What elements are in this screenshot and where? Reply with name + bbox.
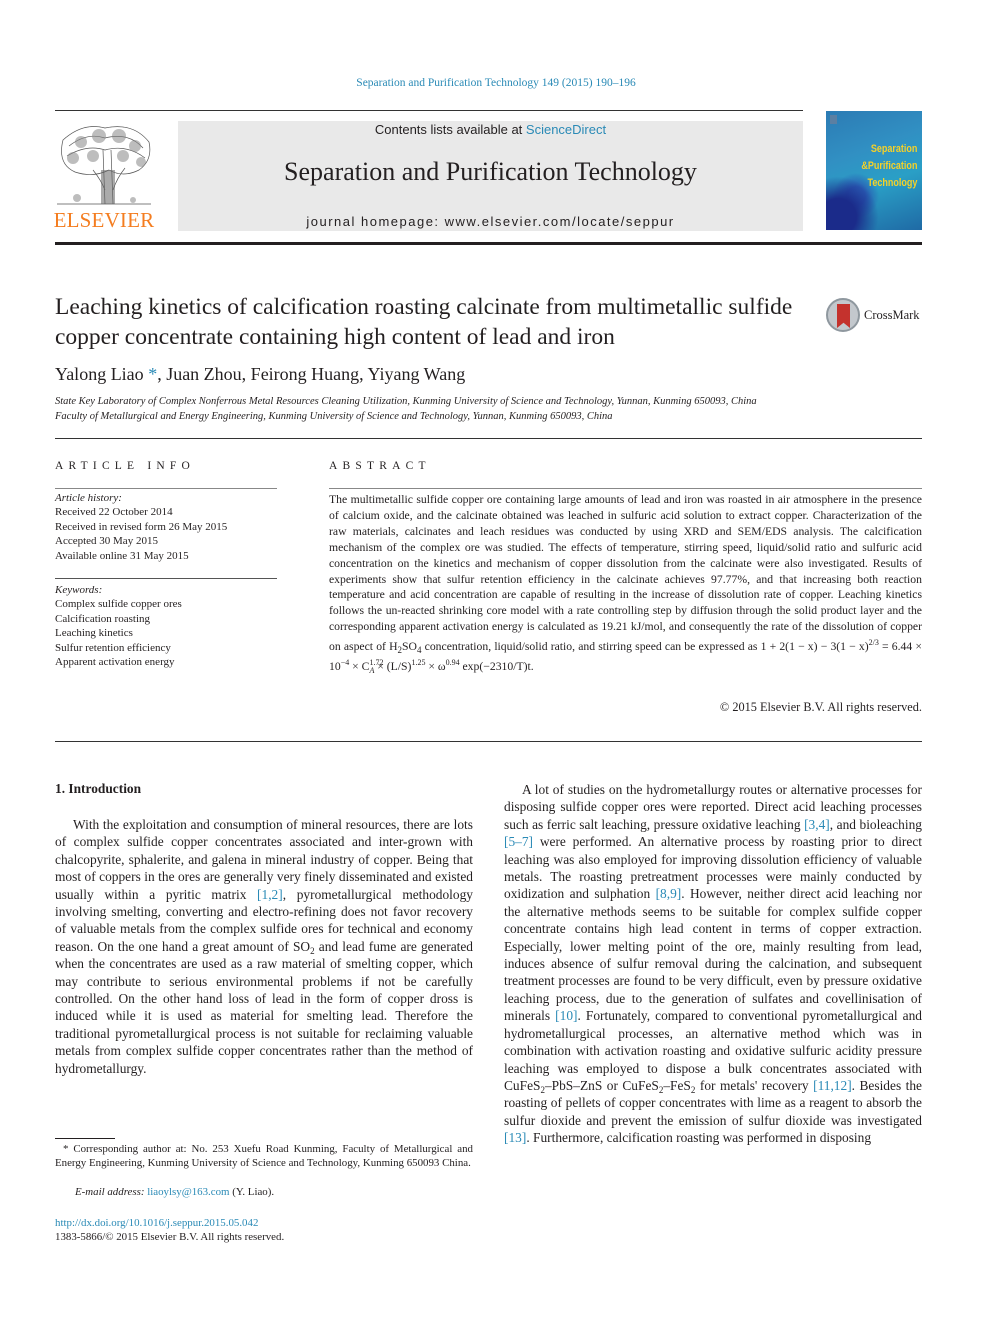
keywords: Keywords: Complex sulfide copper ores Ca… — [55, 583, 280, 669]
journal-cover-image[interactable]: Separation &Purification Technology — [826, 111, 922, 230]
footnote-divider — [55, 1138, 115, 1139]
affiliation: Faculty of Metallurgical and Energy Engi… — [55, 411, 613, 422]
sciencedirect-link[interactable]: ScienceDirect — [526, 122, 606, 137]
reference-link[interactable]: [13] — [504, 1130, 526, 1145]
email-link[interactable]: liaoylsy@163.com — [147, 1186, 229, 1198]
cover-title: Separation &Purification Technology — [861, 141, 917, 192]
crossmark-icon — [826, 298, 860, 332]
article-title: Leaching kinetics of calcification roast… — [55, 294, 793, 350]
cover-title-line: &Purification — [860, 160, 917, 172]
reference-link[interactable]: [11,12] — [813, 1078, 852, 1093]
history-item: Received in revised form 26 May 2015 — [55, 520, 228, 533]
email-label: E-mail address: — [75, 1186, 148, 1198]
section-heading-introduction: 1. Introduction — [55, 781, 142, 796]
reference-link[interactable]: [5–7] — [504, 834, 533, 849]
abstract-text: The multimetallic sulfide copper ore con… — [329, 493, 922, 676]
elsevier-wordmark: ELSEVIER — [53, 208, 155, 232]
introduction-paragraph: A lot of studies on the hydrometallurgy … — [504, 782, 922, 1146]
doi-link[interactable]: http://dx.doi.org/10.1016/j.seppur.2015.… — [55, 1216, 284, 1230]
article-history: Article history: Received 22 October 201… — [55, 491, 280, 563]
homepage-prefix: journal homepage: — [306, 214, 445, 229]
cover-title-line: Separation — [870, 143, 917, 155]
history-item: Available online 31 May 2015 — [55, 549, 189, 562]
keyword: Sulfur retention efficiency — [55, 641, 171, 654]
keyword: Apparent activation energy — [55, 656, 175, 669]
author-name[interactable]: Yalong Liao — [55, 364, 144, 384]
history-label: Article history: — [55, 492, 122, 504]
contents-line: Contents lists available at ScienceDirec… — [178, 122, 803, 137]
homepage-link[interactable]: www.elsevier.com/locate/seppur — [445, 214, 675, 229]
abstract-copyright: © 2015 Elsevier B.V. All rights reserved… — [719, 700, 922, 714]
cover-title-line: Technology — [867, 177, 917, 189]
doi-block: http://dx.doi.org/10.1016/j.seppur.2015.… — [55, 1216, 284, 1245]
reference-link[interactable]: [1,2] — [257, 887, 283, 902]
keyword: Calcification roasting — [55, 612, 150, 625]
cover-publisher-mark — [830, 115, 837, 124]
history-item: Received 22 October 2014 — [55, 506, 173, 519]
corresponding-author-footnote: * Corresponding author at: No. 253 Xuefu… — [55, 1143, 473, 1170]
divider — [55, 110, 803, 111]
header-divider — [55, 242, 922, 245]
author-list: Yalong Liao *, Juan Zhou, Feirong Huang,… — [55, 364, 465, 385]
journal-citation-link[interactable]: Separation and Purification Technology 1… — [0, 77, 992, 89]
article-info-heading: ARTICLE INFO — [55, 460, 195, 472]
elsevier-tree-icon — [57, 126, 151, 205]
crossmark-button[interactable]: CrossMark — [826, 297, 926, 337]
reference-link[interactable]: [8,9] — [656, 886, 682, 901]
journal-masthead: Contents lists available at ScienceDirec… — [178, 121, 803, 231]
keyword: Leaching kinetics — [55, 627, 133, 640]
contents-prefix: Contents lists available at — [374, 122, 526, 137]
journal-homepage: journal homepage: www.elsevier.com/locat… — [178, 214, 803, 229]
reference-link[interactable]: [3,4] — [804, 817, 830, 832]
author-names: , Juan Zhou, Feirong Huang, Yiyang Wang — [157, 364, 466, 384]
affiliation: State Key Laboratory of Complex Nonferro… — [55, 396, 757, 407]
history-item: Accepted 30 May 2015 — [55, 535, 158, 548]
reference-link[interactable]: [10] — [555, 1008, 577, 1023]
divider — [55, 578, 277, 579]
divider — [55, 438, 922, 439]
keyword: Complex sulfide copper ores — [55, 598, 182, 611]
crossmark-label: CrossMark — [864, 308, 920, 322]
corresponding-author-marker[interactable]: * — [148, 364, 157, 384]
email-line: E-mail address: liaoylsy@163.com (Y. Lia… — [75, 1186, 275, 1198]
issn-copyright: 1383-5866/© 2015 Elsevier B.V. All right… — [55, 1231, 285, 1244]
keywords-label: Keywords: — [55, 584, 103, 596]
divider — [329, 488, 922, 489]
divider — [55, 741, 922, 742]
introduction-paragraph: With the exploitation and consumption of… — [55, 817, 473, 1076]
abstract-heading: ABSTRACT — [329, 460, 431, 472]
journal-name: Separation and Purification Technology — [284, 157, 697, 186]
divider — [55, 488, 277, 489]
elsevier-logo[interactable]: ELSEVIER — [53, 120, 155, 233]
